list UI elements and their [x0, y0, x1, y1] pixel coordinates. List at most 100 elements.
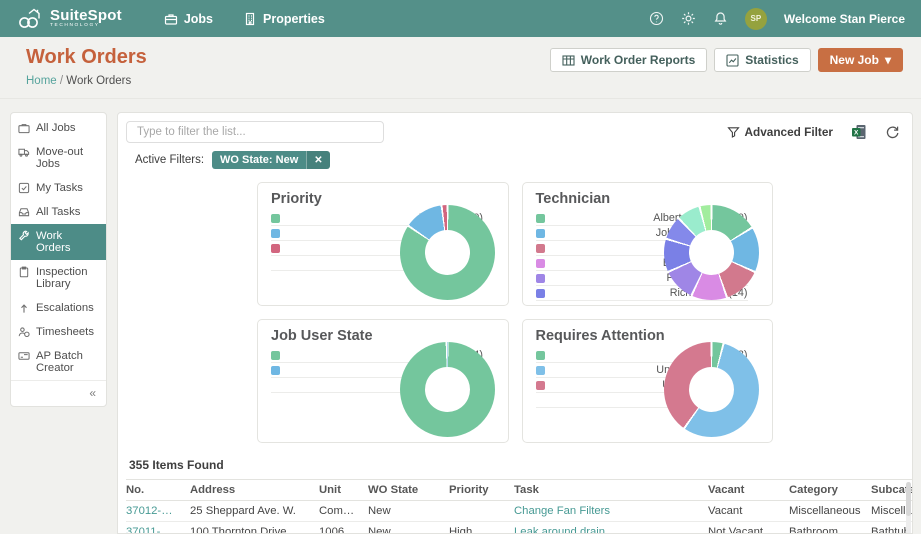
table-cell [449, 501, 514, 522]
sidebar-item-label: Escalations [36, 302, 94, 314]
column-header[interactable]: No. [126, 480, 190, 501]
results-table-section: 355 Items Found No.AddressUnitWO StatePr… [126, 458, 904, 534]
sidebar-item-my-tasks[interactable]: My Tasks [11, 176, 106, 200]
brand-logo[interactable]: SuiteSpot TECHNOLOGY [16, 8, 122, 30]
nav-item-label: Properties [263, 12, 325, 26]
chart-card-priority: Priority Not Set (300)High (48)Medium (7… [257, 182, 509, 306]
column-header[interactable]: Task [514, 480, 708, 501]
legend-swatch [271, 214, 280, 223]
donut-chart[interactable] [664, 342, 759, 437]
page-title: Work Orders [26, 46, 147, 69]
welcome-text[interactable]: Welcome Stan Pierce [784, 12, 905, 26]
legend-row-empty [536, 301, 748, 306]
legend-swatch [271, 229, 280, 238]
chart-card-job-user-state: Job User State Active (354)In Progress (… [257, 319, 509, 443]
table-row[interactable]: 37011-WO-01100 Thornton Drive1006NewHigh… [126, 522, 913, 534]
column-header[interactable]: Vacant [708, 480, 789, 501]
column-header[interactable]: Priority [449, 480, 514, 501]
sidebar-item-work-orders[interactable]: Work Orders [11, 224, 106, 260]
bell-icon[interactable] [713, 11, 728, 26]
column-header[interactable]: Address [190, 480, 319, 501]
refresh-icon[interactable] [885, 125, 900, 140]
donut-chart[interactable] [664, 205, 759, 300]
work-orders-table: No.AddressUnitWO StatePriorityTaskVacant… [126, 479, 913, 534]
sidebar-item-label: Move-out Jobs [36, 146, 99, 170]
sidebar-item-label: Timesheets [36, 326, 94, 338]
donut-chart[interactable] [400, 205, 495, 300]
export-excel-icon[interactable]: X [851, 124, 867, 140]
column-header[interactable]: Unit [319, 480, 368, 501]
building-icon [243, 12, 257, 26]
active-filters-label: Active Filters: [135, 154, 204, 166]
sidebar-item-move-out-jobs[interactable]: Move-out Jobs [11, 140, 106, 176]
avatar[interactable]: SP [745, 8, 767, 30]
chart-title: Requires Attention [536, 328, 773, 344]
filter-badge-close-icon[interactable]: ✕ [306, 151, 329, 169]
arrow-up-icon [18, 302, 30, 314]
sidebar-item-timesheets[interactable]: Timesheets [11, 320, 106, 344]
table-cell-link[interactable]: 37011-WO-01 [126, 522, 190, 534]
sidebar-item-all-tasks[interactable]: All Tasks [11, 200, 106, 224]
brand-name: SuiteSpot [50, 8, 122, 23]
chart-title: Technician [536, 191, 773, 207]
table-cell: Comm… [319, 501, 368, 522]
table-cell: High [449, 522, 514, 534]
main-panel: Advanced Filter X [117, 112, 913, 534]
table-cell-link[interactable]: Leak around drain [514, 522, 708, 534]
table-cell: New [368, 522, 449, 534]
legend-swatch [536, 214, 545, 223]
sidebar-item-all-jobs[interactable]: All Jobs [11, 116, 106, 140]
chart-card-requires-attention: Requires Attention Overdue (23)Unschedul… [522, 319, 774, 443]
sidebar-item-inspection-library[interactable]: Inspection Library [11, 260, 106, 296]
sidebar-item-label: Inspection Library [36, 266, 99, 290]
donut-chart[interactable] [400, 342, 495, 437]
table-scrollbar[interactable] [906, 482, 911, 534]
nav-item-jobs[interactable]: Jobs [164, 12, 213, 26]
gear-icon[interactable] [681, 11, 696, 26]
table-row[interactable]: 37012-WO-0125 Sheppard Ave. W.Comm…New Ch… [126, 501, 913, 522]
svg-text:X: X [854, 130, 859, 137]
help-icon[interactable] [649, 11, 664, 26]
suitespot-logo-icon [16, 8, 43, 30]
sidebar-collapse-button[interactable]: « [11, 380, 106, 406]
legend-swatch [536, 274, 545, 283]
advanced-filter-button[interactable]: Advanced Filter [727, 125, 834, 139]
button-label: Statistics [745, 53, 798, 67]
sidebar-item-label: AP Batch Creator [36, 350, 99, 374]
table-cell-link[interactable]: Change Fan Filters [514, 501, 708, 522]
breadcrumb-current: Work Orders [66, 75, 131, 87]
table-cell-link[interactable]: 37012-WO-01 [126, 501, 190, 522]
column-header[interactable]: Category [789, 480, 871, 501]
legend-swatch [536, 244, 545, 253]
legend-swatch [536, 289, 545, 298]
items-found-count: 355 Items Found [129, 458, 904, 472]
sidebar: All Jobs Move-out Jobs My Tasks [10, 112, 107, 407]
nav-item-properties[interactable]: Properties [243, 12, 325, 26]
sidebar-item-label: My Tasks [36, 182, 83, 194]
new-job-button[interactable]: New Job ▾ [818, 48, 903, 72]
table-header-row: No.AddressUnitWO StatePriorityTaskVacant… [126, 480, 913, 501]
briefcase-icon [164, 12, 178, 26]
statistics-button[interactable]: Statistics [714, 48, 810, 72]
table-cell: 25 Sheppard Ave. W. [190, 501, 319, 522]
work-order-reports-button[interactable]: Work Order Reports [550, 48, 707, 72]
search-input[interactable] [126, 121, 384, 143]
sidebar-item-label: All Jobs [36, 122, 76, 134]
legend-swatch [536, 381, 545, 390]
column-header[interactable]: WO State [368, 480, 449, 501]
check-square-icon [18, 182, 30, 194]
inbox-icon [18, 206, 30, 218]
table-cell: Bathroom [789, 522, 871, 534]
breadcrumb-home-link[interactable]: Home [26, 75, 57, 87]
sidebar-item-label: Work Orders [36, 230, 99, 254]
legend-swatch [536, 259, 545, 268]
truck-icon [18, 146, 30, 158]
table-cell: New [368, 501, 449, 522]
legend-swatch [536, 229, 545, 238]
sidebar-item-ap-batch-creator[interactable]: AP Batch Creator [11, 344, 106, 380]
legend-swatch [271, 244, 280, 253]
brand-subtitle: TECHNOLOGY [50, 24, 122, 29]
briefcase-icon [18, 122, 30, 134]
chart-title: Job User State [271, 328, 508, 344]
sidebar-item-escalations[interactable]: Escalations [11, 296, 106, 320]
